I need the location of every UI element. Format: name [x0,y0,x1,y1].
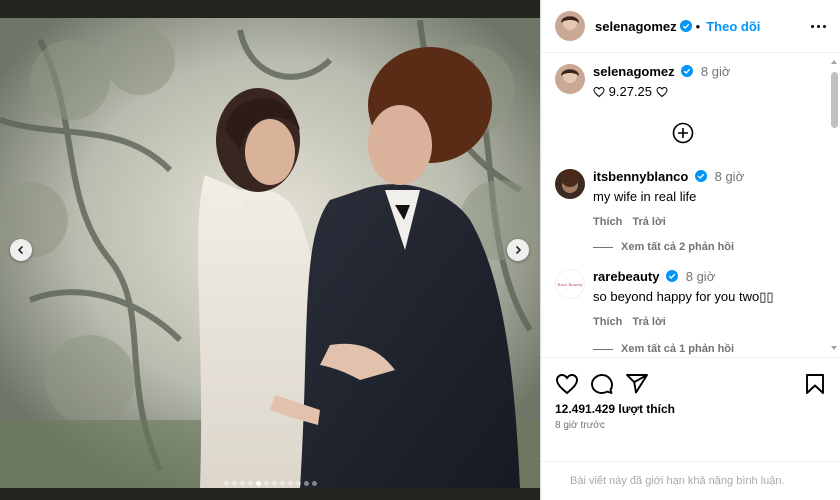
avatar-logo-text: Rare Beauty [557,281,583,287]
comment-username[interactable]: itsbennyblanco [593,169,688,184]
comment-username[interactable]: rarebeauty [593,269,659,284]
caption: selenagomez 8 giờ 9.27.25 [555,64,730,101]
plus-circle-icon [672,122,694,144]
caption-date-text: 9.27.25 [608,84,652,99]
heart-outline-icon [656,86,668,98]
post-photo [0,0,540,500]
carousel-dot [271,481,277,486]
carousel-dot [311,481,317,486]
caption-text: 9.27.25 [593,83,730,101]
verified-badge-icon [694,170,707,182]
comment-item: itsbennyblanco 8 giờ my wife in real lif… [555,169,744,228]
comment-item: Rare Beauty rarebeauty 8 giờ so beyond h… [555,269,774,328]
view-replies-label[interactable]: Xem tất cả 2 phản hồi [621,241,734,253]
carousel-dot [223,481,229,486]
post-side-panel: selenagomez • Theo dõi selenagomez 8 giờ [540,0,840,500]
comments-scrollbar[interactable] [828,54,840,356]
verified-badge-icon [679,20,692,32]
heart-icon[interactable] [555,372,579,396]
post-media[interactable] [0,0,540,500]
comment-text: so beyond happy for you two▯▯ [593,289,774,304]
carousel-indicator [0,481,540,486]
carousel-dot [255,481,261,486]
instagram-post-viewer: selenagomez • Theo dõi selenagomez 8 giờ [0,0,840,500]
post-timestamp[interactable]: 8 giờ trước [555,420,605,431]
post-header: selenagomez • Theo dõi [541,0,840,53]
view-replies-button[interactable]: Xem tất cả 2 phản hồi [593,241,734,253]
heart-outline-icon [593,86,605,98]
comments-limited-notice: Bài viết này đã giới hạn khả năng bình l… [541,461,840,500]
carousel-dot [303,481,309,486]
comment-text: my wife in real life [593,189,697,204]
more-options-icon[interactable] [811,24,826,28]
caption-avatar[interactable] [555,64,585,94]
follow-button[interactable]: Theo dõi [706,19,760,34]
comment-time[interactable]: 8 giờ [686,269,716,284]
carousel-dot [247,481,253,486]
replies-divider [593,246,613,248]
carousel-dot [279,481,285,486]
comments-list[interactable]: selenagomez 8 giờ 9.27.25 itsbennyblanco… [541,54,840,356]
scroll-thumb[interactable] [831,72,838,128]
comment-icon[interactable] [590,372,614,396]
carousel-dot [263,481,269,486]
carousel-dot [231,481,237,486]
author-username[interactable]: selenagomez [595,19,677,34]
view-replies-label[interactable]: Xem tất cả 1 phản hồi [621,343,734,355]
reply-button[interactable]: Trả lời [632,216,666,228]
caption-time[interactable]: 8 giờ [701,64,731,79]
like-comment-button[interactable]: Thích [593,216,622,228]
scroll-up-arrow-icon[interactable] [831,60,837,64]
commenter-avatar[interactable] [555,169,585,199]
previous-slide-button[interactable] [10,239,32,261]
reply-button[interactable]: Trả lời [632,316,666,328]
separator-dot: • [695,18,701,34]
next-slide-button[interactable] [507,239,529,261]
author-avatar[interactable] [555,11,585,41]
chevron-right-icon [515,245,522,255]
load-more-comments-button[interactable] [672,122,694,149]
commenter-avatar[interactable]: Rare Beauty [555,269,585,299]
post-actions: 12.491.429 lượt thích 8 giờ trước [541,357,840,461]
verified-badge-icon [681,65,694,77]
like-comment-button[interactable]: Thích [593,316,622,328]
carousel-dot [239,481,245,486]
view-replies-button[interactable]: Xem tất cả 1 phản hồi [593,343,734,355]
chevron-left-icon [17,245,24,255]
likes-count[interactable]: 12.491.429 lượt thích [555,402,675,416]
carousel-dot [287,481,293,486]
bookmark-icon[interactable] [803,372,827,396]
replies-divider [593,348,613,350]
share-icon[interactable] [625,372,649,396]
verified-badge-icon [666,270,679,282]
carousel-dot [295,481,301,486]
comment-time[interactable]: 8 giờ [715,169,745,184]
scroll-down-arrow-icon[interactable] [831,346,837,350]
caption-username[interactable]: selenagomez [593,64,675,79]
